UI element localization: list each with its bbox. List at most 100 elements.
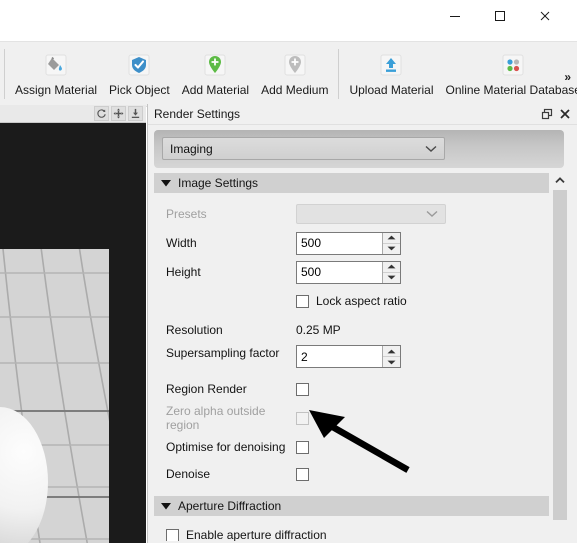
label-zero-alpha-outside-region: Zero alpha outside region	[166, 404, 266, 432]
group-header-label: Image Settings	[178, 176, 259, 190]
width-input-value[interactable]: 500	[297, 233, 382, 254]
supersampling-stepper[interactable]: 2	[296, 345, 401, 368]
reload-icon	[97, 109, 106, 118]
ribbon-label: Add Material	[181, 83, 250, 97]
panel-float-button[interactable]	[538, 105, 556, 123]
scroll-up-button[interactable]	[552, 173, 568, 188]
region-render-checkbox[interactable]	[296, 382, 309, 396]
panel-body: Imaging Image Settings Presets Width 500…	[148, 125, 577, 543]
group-body-aperture-diffraction: Enable aperture diffraction	[154, 522, 549, 541]
close-icon	[560, 109, 570, 119]
width-spin-up[interactable]	[383, 233, 400, 244]
row-lock-aspect-ratio: Lock aspect ratio	[154, 289, 549, 313]
float-icon	[541, 108, 553, 120]
settings-scroll-content: Image Settings Presets Width 500 Height …	[154, 173, 549, 541]
triangle-down-icon	[161, 179, 171, 187]
resolution-value: 0.25 MP	[296, 323, 341, 337]
window-controls	[432, 0, 567, 32]
imaging-mode-value: Imaging	[170, 141, 213, 156]
width-spin-down[interactable]	[383, 244, 400, 254]
label-presets: Presets	[166, 207, 207, 221]
material-pin-green-icon	[199, 49, 231, 81]
imaging-mode-select[interactable]: Imaging	[162, 137, 445, 160]
supersampling-spin-up[interactable]	[383, 346, 400, 357]
label-region-render: Region Render	[166, 382, 247, 396]
row-zero-alpha-outside-region: Zero alpha outside region	[154, 404, 549, 432]
database-dots-icon	[497, 49, 529, 81]
fit-download-icon	[131, 108, 140, 118]
panel-titlebar: Render Settings	[148, 104, 577, 125]
triangle-up-icon	[387, 264, 396, 269]
close-button[interactable]	[522, 1, 567, 31]
lock-aspect-ratio-checkbox[interactable]	[296, 294, 309, 308]
ribbon-button-assign-material[interactable]: Assign Material	[9, 47, 103, 97]
supersampling-input-value[interactable]: 2	[297, 346, 382, 367]
render-preview-image	[0, 249, 109, 543]
row-region-render: Region Render	[154, 377, 549, 401]
triangle-down-icon	[387, 360, 396, 364]
group-header-aperture-diffraction[interactable]: Aperture Diffraction	[154, 496, 549, 516]
paint-bucket-icon	[40, 49, 72, 81]
supersampling-spin-down[interactable]	[383, 357, 400, 367]
enable-aperture-diffraction-checkbox[interactable]	[166, 528, 179, 541]
group-header-label: Aperture Diffraction	[178, 499, 282, 513]
panel-title-label: Render Settings	[154, 107, 241, 121]
ribbon-label: Online Material Database	[445, 83, 577, 97]
ribbon-button-add-material[interactable]: Add Material	[176, 47, 255, 97]
height-spin-buttons	[382, 261, 400, 283]
label-resolution: Resolution	[166, 323, 223, 337]
height-stepper[interactable]: 500	[296, 260, 401, 284]
zero-alpha-outside-region-checkbox	[296, 411, 309, 425]
height-spin-up[interactable]	[383, 262, 400, 273]
ribbon-separator-mid	[338, 49, 340, 99]
fit-download-button[interactable]	[128, 106, 143, 121]
triangle-up-icon	[387, 349, 396, 353]
close-icon	[540, 11, 549, 21]
group-header-image-settings[interactable]: Image Settings	[154, 173, 549, 193]
row-optimise-for-denoising: Optimise for denoising	[154, 435, 549, 459]
presets-select[interactable]	[296, 204, 446, 224]
chevron-down-icon	[422, 145, 440, 153]
viewport-3d-canvas[interactable]	[0, 123, 146, 543]
panel-combo-strip: Imaging	[154, 130, 564, 168]
label-denoise: Denoise	[166, 467, 211, 481]
scroll-thumb[interactable]	[553, 190, 567, 520]
row-denoise: Denoise	[154, 462, 549, 486]
viewport-toolbar	[0, 105, 146, 123]
ribbon-button-upload-material[interactable]: Upload Material	[343, 47, 439, 97]
group-body-image-settings: Presets Width 500 Height 500 Lock aspect…	[154, 202, 549, 486]
maximize-button[interactable]	[477, 1, 522, 31]
ribbon-button-pick-object[interactable]: Pick Object	[103, 47, 176, 97]
row-presets: Presets	[154, 202, 549, 226]
ribbon-overflow-button[interactable]: »	[564, 70, 571, 84]
triangle-down-icon	[387, 275, 396, 280]
label-width: Width	[166, 236, 197, 250]
panel-close-button[interactable]	[556, 105, 574, 123]
minimize-button[interactable]	[432, 1, 477, 31]
ribbon-label: Add Medium	[261, 83, 329, 97]
panel-title-buttons	[538, 104, 574, 124]
reload-button[interactable]	[94, 106, 109, 121]
shield-check-icon	[123, 49, 155, 81]
render-settings-panel: Render Settings Imaging Image Settings P…	[147, 104, 577, 543]
pan-move-button[interactable]	[111, 106, 126, 121]
optimise-for-denoising-checkbox[interactable]	[296, 440, 309, 454]
ribbon-button-add-medium[interactable]: Add Medium	[255, 47, 334, 97]
row-resolution: Resolution 0.25 MP	[154, 318, 549, 342]
label-optimise-for-denoising: Optimise for denoising	[166, 440, 286, 454]
ribbon-toolbar: Assign Material Pick Object Add Material…	[0, 41, 577, 107]
height-input-value[interactable]: 500	[297, 262, 382, 283]
ribbon-label: Pick Object	[109, 83, 170, 97]
width-stepper[interactable]: 500	[296, 231, 401, 255]
window-titlebar	[0, 0, 577, 41]
ribbon-button-online-material-database[interactable]: Online Material Database	[440, 47, 577, 97]
minimize-icon	[449, 16, 460, 17]
pan-move-icon	[113, 108, 124, 119]
denoise-checkbox[interactable]	[296, 467, 309, 481]
settings-vertical-scrollbar[interactable]	[552, 173, 568, 541]
medium-pin-grey-icon	[279, 49, 311, 81]
row-width: Width 500	[154, 231, 549, 255]
height-spin-down[interactable]	[383, 273, 400, 283]
label-height: Height	[166, 265, 201, 279]
chevron-up-icon	[555, 177, 565, 184]
